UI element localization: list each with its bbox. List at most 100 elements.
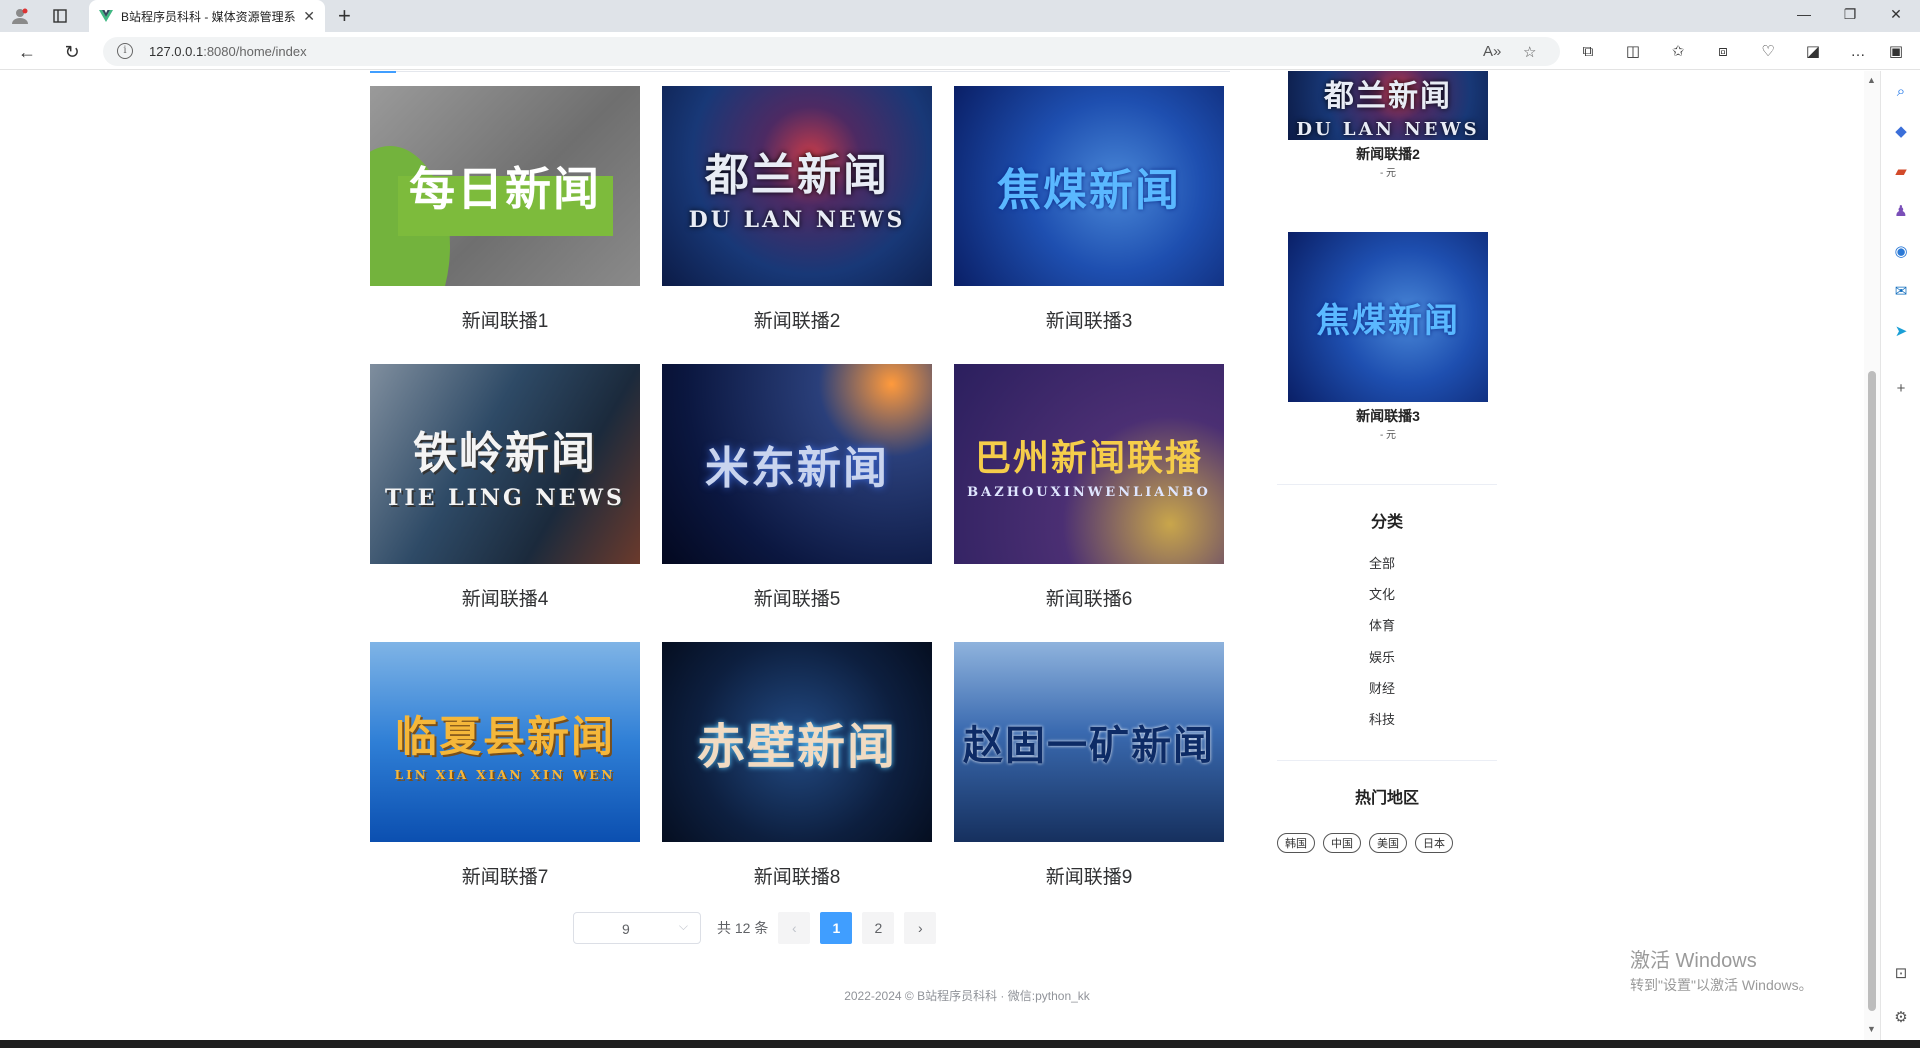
pagination: 9 ⌵ 共 12 条 ‹ 1 2 › — [573, 912, 937, 944]
tabs-divider — [370, 71, 1230, 72]
outlook-icon[interactable]: ✉ — [1891, 281, 1911, 301]
games-icon[interactable]: ♟ — [1891, 201, 1911, 221]
page-viewport: 每日新闻 新闻联播1 都兰新闻 DU LAN NEWS 新闻联播2 焦煤新闻 新闻… — [0, 71, 1864, 1040]
news-title[interactable]: 新闻联播1 — [370, 306, 640, 333]
news-card[interactable]: 赤壁新闻 新闻联播8 — [662, 642, 932, 889]
read-aloud-icon[interactable]: A» — [1483, 43, 1501, 60]
category-item[interactable]: 体育 — [1277, 615, 1487, 634]
region-tag[interactable]: 韩国 — [1277, 833, 1315, 853]
news-card[interactable]: 每日新闻 新闻联播1 — [370, 86, 640, 333]
favorite-star-icon[interactable]: ☆ — [1523, 43, 1536, 61]
recommend-thumbnail[interactable]: 焦煤新闻 — [1288, 232, 1488, 402]
news-title[interactable]: 新闻联播5 — [662, 584, 932, 611]
search-icon[interactable]: ⌕ — [1891, 81, 1911, 101]
windows-activation-watermark: 激活 Windows 转到"设置"以激活 Windows。 — [1630, 950, 1813, 993]
region-tag[interactable]: 中国 — [1323, 833, 1361, 853]
news-title[interactable]: 新闻联播3 — [954, 306, 1224, 333]
active-tab-indicator — [370, 71, 396, 73]
news-thumbnail[interactable]: 焦煤新闻 — [954, 86, 1224, 286]
extensions-icon[interactable]: ⧉ — [1578, 41, 1598, 61]
office-icon[interactable]: ◉ — [1891, 241, 1911, 261]
tab-actions-icon[interactable] — [48, 4, 72, 28]
sidebar-divider — [1277, 484, 1497, 485]
profile-icon[interactable] — [8, 4, 32, 28]
settings-gear-icon[interactable]: ⚙ — [1891, 1007, 1911, 1027]
category-item[interactable]: 文化 — [1277, 584, 1487, 603]
news-card[interactable]: 焦煤新闻 新闻联播3 — [954, 86, 1224, 333]
news-thumbnail[interactable]: 临夏县新闻 LIN XIA XIAN XIN WEN — [370, 642, 640, 842]
more-menu-icon[interactable]: … — [1848, 41, 1868, 61]
news-thumbnail[interactable]: 巴州新闻联播 BAZHOUXINWENLIANBO — [954, 364, 1224, 564]
add-icon[interactable]: + — [1891, 378, 1911, 398]
category-item[interactable]: 娱乐 — [1277, 647, 1487, 666]
vue-favicon-icon — [99, 10, 113, 22]
browser-tab[interactable]: B站程序员科科 - 媒体资源管理系 ✕ — [89, 0, 325, 32]
site-info-icon[interactable]: i — [117, 43, 133, 59]
send-icon[interactable]: ➤ — [1891, 321, 1911, 341]
news-title[interactable]: 新闻联播9 — [954, 862, 1224, 889]
scroll-up-icon[interactable]: ▲ — [1867, 75, 1876, 85]
split-screen-icon[interactable]: ◫ — [1623, 41, 1643, 61]
recommend-item[interactable]: 焦煤新闻 新闻联播3 - 元 — [1288, 232, 1488, 441]
news-card[interactable]: 赵固一矿新闻 新闻联播9 — [954, 642, 1224, 889]
collections-icon[interactable]: ⧈ — [1713, 41, 1733, 61]
url-text: 127.0.0.1:8080/home/index — [149, 44, 307, 59]
screenshot-icon[interactable]: ⊡ — [1891, 963, 1911, 983]
next-page-button[interactable]: › — [904, 912, 937, 944]
toolbox-icon[interactable]: ▰ — [1891, 161, 1911, 181]
favorites-icon[interactable]: ✩ — [1668, 41, 1688, 61]
page-size-select[interactable]: 9 ⌵ — [573, 912, 701, 944]
category-item[interactable]: 全部 — [1277, 553, 1487, 572]
edge-sidebar: ⌕ ◆ ▰ ♟ ◉ ✉ ➤ + ⊡ ⚙ — [1880, 71, 1920, 1040]
news-thumbnail[interactable]: 米东新闻 — [662, 364, 932, 564]
sidebar-toggle-icon[interactable]: ▣ — [1886, 41, 1906, 61]
category-item[interactable]: 科技 — [1277, 709, 1487, 728]
refresh-icon[interactable]: ↻ — [59, 39, 85, 65]
news-card[interactable]: 临夏县新闻 LIN XIA XIAN XIN WEN 新闻联播7 — [370, 642, 640, 889]
recommend-price: - 元 — [1379, 168, 1397, 179]
news-thumbnail[interactable]: 赵固一矿新闻 — [954, 642, 1224, 842]
new-tab-icon[interactable]: + — [338, 3, 351, 29]
page-button-2[interactable]: 2 — [862, 912, 895, 944]
recommend-price: - 元 — [1379, 430, 1397, 441]
news-thumbnail[interactable]: 铁岭新闻 TIE LING NEWS — [370, 364, 640, 564]
news-card[interactable]: 米东新闻 新闻联播5 — [662, 364, 932, 611]
news-card[interactable]: 铁岭新闻 TIE LING NEWS 新闻联播4 — [370, 364, 640, 611]
browser-tab-bar: B站程序员科科 - 媒体资源管理系 ✕ + — ❐ ✕ — [0, 0, 1920, 32]
page-scrollbar[interactable]: ▲ ▼ — [1864, 71, 1880, 1040]
news-card[interactable]: 都兰新闻 DU LAN NEWS 新闻联播2 — [662, 86, 932, 333]
url-field[interactable]: i 127.0.0.1:8080/home/index A» ☆ — [103, 37, 1560, 66]
scroll-thumb[interactable] — [1868, 371, 1876, 1011]
tab-title: B站程序员科科 - 媒体资源管理系 — [121, 9, 296, 24]
news-card[interactable]: 巴州新闻联播 BAZHOUXINWENLIANBO 新闻联播6 — [954, 364, 1224, 611]
back-icon[interactable]: ← — [14, 39, 40, 65]
news-title[interactable]: 新闻联播6 — [954, 584, 1224, 611]
news-thumbnail[interactable]: 都兰新闻 DU LAN NEWS — [662, 86, 932, 286]
news-title[interactable]: 新闻联播2 — [662, 306, 932, 333]
recommend-thumbnail[interactable]: 都兰新闻 DU LAN NEWS — [1288, 71, 1488, 140]
category-heading: 分类 — [1370, 514, 1403, 531]
page-button-1[interactable]: 1 — [820, 912, 853, 944]
browser-essentials-icon[interactable]: ♡ — [1758, 41, 1778, 61]
scroll-down-icon[interactable]: ▼ — [1867, 1024, 1876, 1034]
news-title[interactable]: 新闻联播7 — [370, 862, 640, 889]
minimize-icon[interactable]: — — [1792, 6, 1816, 22]
restore-icon[interactable]: ❐ — [1838, 6, 1862, 23]
region-tag[interactable]: 美国 — [1369, 833, 1407, 853]
recommend-item[interactable]: 都兰新闻 DU LAN NEWS 新闻联播2 - 元 — [1288, 71, 1488, 179]
page-footer: 2022-2024 © B站程序员科科 · 微信:python_kk — [844, 989, 1090, 1003]
region-tag[interactable]: 日本 — [1415, 833, 1453, 853]
tab-close-icon[interactable]: ✕ — [303, 8, 315, 25]
recommend-name[interactable]: 新闻联播3 — [1288, 406, 1488, 426]
region-heading: 热门地区 — [1354, 790, 1419, 807]
copilot-icon[interactable]: ◪ — [1803, 41, 1823, 61]
tag-icon[interactable]: ◆ — [1891, 121, 1911, 141]
window-close-icon[interactable]: ✕ — [1884, 6, 1908, 23]
news-title[interactable]: 新闻联播4 — [370, 584, 640, 611]
recommend-name[interactable]: 新闻联播2 — [1288, 144, 1488, 164]
news-title[interactable]: 新闻联播8 — [662, 862, 932, 889]
category-item[interactable]: 财经 — [1277, 678, 1487, 697]
news-thumbnail[interactable]: 赤壁新闻 — [662, 642, 932, 842]
news-thumbnail[interactable]: 每日新闻 — [370, 86, 640, 286]
prev-page-button[interactable]: ‹ — [778, 912, 811, 944]
